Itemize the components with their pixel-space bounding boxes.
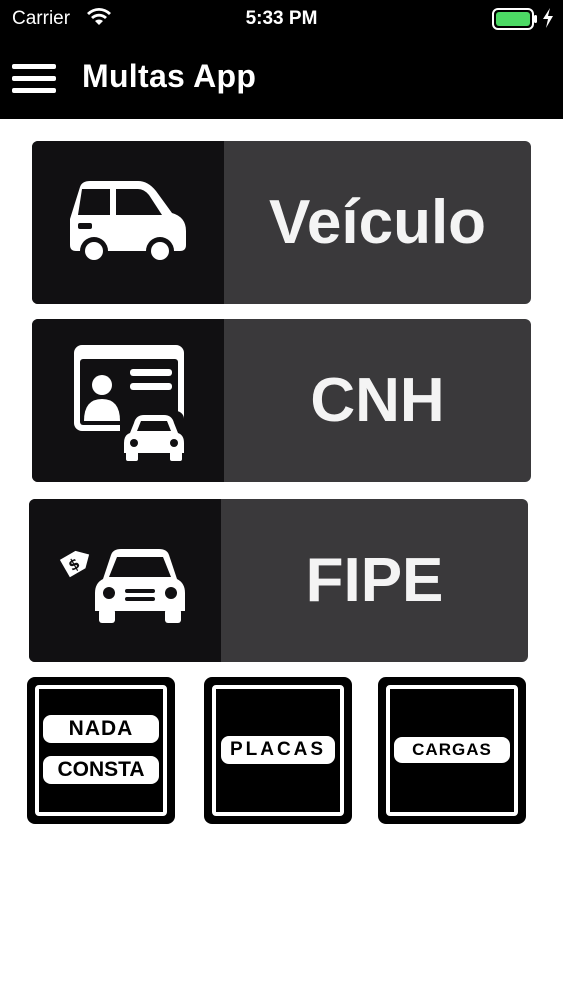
cargas-label: CARGAS [394, 737, 510, 763]
nada-consta-button[interactable]: NADA CONSTA [27, 677, 175, 824]
hamburger-menu-icon[interactable] [12, 64, 56, 94]
icon-panel: $ [29, 499, 221, 662]
charging-bolt-icon [541, 7, 555, 34]
cargas-button[interactable]: CARGAS [378, 677, 526, 824]
placas-button[interactable]: PLACAS [204, 677, 352, 824]
car-price-tag-icon: $ [59, 549, 185, 623]
placas-label: PLACAS [221, 736, 335, 764]
nada-label: NADA [43, 715, 159, 743]
app-title: Multas App [82, 58, 257, 94]
cnh-button[interactable]: CNH [32, 319, 531, 482]
battery-icon [492, 8, 538, 35]
car-icon [70, 181, 186, 265]
driver-license-icon [74, 345, 184, 463]
navigation-bar: Multas App [0, 40, 563, 119]
cnh-label: CNH [310, 366, 445, 435]
veiculo-button[interactable]: Veículo [32, 141, 531, 304]
clock-time: 5:33 PM [245, 8, 318, 29]
icon-panel [32, 319, 224, 482]
sign-border [35, 685, 167, 816]
veiculo-label: Veículo [268, 188, 487, 257]
status-bar: Carrier 5:33 PM [0, 0, 563, 40]
fipe-label: FIPE [305, 546, 444, 615]
consta-label: CONSTA [43, 756, 159, 784]
icon-panel [32, 141, 224, 304]
fipe-button[interactable]: $ FIPE [29, 499, 528, 662]
